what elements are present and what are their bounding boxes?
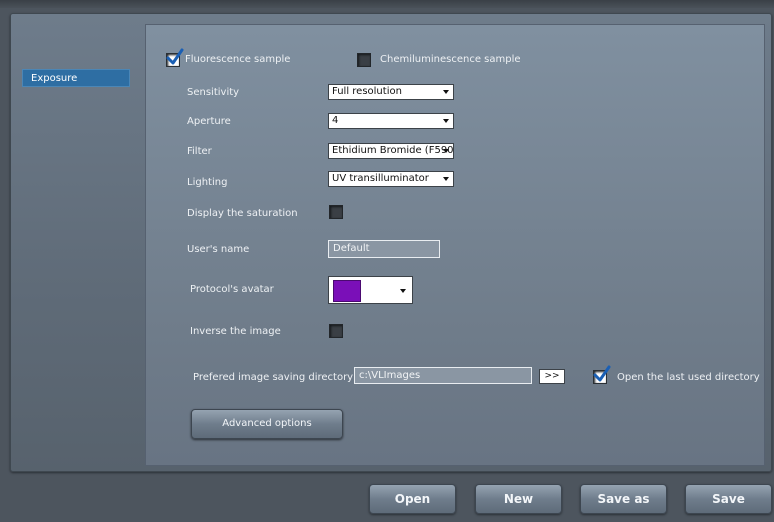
saving-directory-label: Prefered image saving directory (193, 372, 354, 383)
new-button-label: New (503, 492, 534, 506)
advanced-options-button[interactable]: Advanced options (191, 409, 343, 439)
lighting-select[interactable]: UV transilluminator (328, 171, 454, 187)
sidebar-item-label: Exposure (31, 73, 78, 84)
inverse-image-label: Inverse the image (190, 326, 281, 337)
avatar-color-picker[interactable] (328, 276, 413, 304)
browse-directory-label: >> (544, 371, 560, 381)
save-as-button[interactable]: Save as (580, 484, 667, 514)
filter-label: Filter (187, 146, 212, 157)
aperture-label: Aperture (187, 116, 231, 127)
lighting-value: UV transilluminator (332, 173, 429, 184)
open-button-label: Open (394, 492, 431, 506)
fluorescence-checkbox[interactable] (166, 48, 184, 67)
users-name-value: Default (333, 243, 370, 254)
open-last-directory-label: Open the last used directory (617, 372, 760, 383)
saving-directory-value: c:\VLImages (359, 370, 421, 381)
chevron-down-icon (443, 119, 449, 123)
checkmark-icon (166, 48, 184, 65)
open-button[interactable]: Open (369, 484, 456, 514)
lighting-label: Lighting (187, 177, 228, 188)
aperture-value: 4 (332, 115, 339, 126)
advanced-options-label: Advanced options (222, 418, 312, 429)
checkmark-icon (593, 365, 611, 382)
users-name-input[interactable]: Default (328, 240, 440, 258)
protocol-avatar-label: Protocol's avatar (190, 284, 274, 295)
sensitivity-select[interactable]: Full resolution (328, 84, 454, 100)
aperture-select[interactable]: 4 (328, 113, 454, 129)
top-band (0, 0, 774, 8)
chevron-down-icon (443, 177, 449, 181)
save-button-label: Save (712, 492, 745, 506)
filter-value: Ethidium Bromide (F590 (332, 145, 454, 156)
display-saturation-label: Display the saturation (187, 208, 298, 219)
fluorescence-label: Fluorescence sample (185, 54, 291, 65)
avatar-color-swatch (333, 280, 361, 302)
browse-directory-button[interactable]: >> (539, 369, 565, 384)
save-button[interactable]: Save (685, 484, 772, 514)
sensitivity-value: Full resolution (332, 86, 402, 97)
open-last-directory-checkbox[interactable] (593, 365, 611, 384)
filter-select[interactable]: Ethidium Bromide (F590 (328, 143, 454, 159)
display-saturation-checkbox[interactable] (329, 205, 343, 219)
chevron-down-icon (443, 149, 449, 153)
save-as-button-label: Save as (597, 492, 650, 506)
inverse-image-checkbox[interactable] (329, 324, 343, 338)
users-name-label: User's name (187, 244, 250, 255)
saving-directory-input[interactable]: c:\VLImages (354, 367, 532, 384)
new-button[interactable]: New (475, 484, 562, 514)
chevron-down-icon (443, 90, 449, 94)
chemiluminescence-checkbox[interactable] (357, 53, 371, 67)
sidebar-item-exposure[interactable]: Exposure (22, 69, 130, 87)
chevron-down-icon (400, 289, 406, 293)
chemiluminescence-label: Chemiluminescence sample (380, 54, 521, 65)
sensitivity-label: Sensitivity (187, 87, 240, 98)
